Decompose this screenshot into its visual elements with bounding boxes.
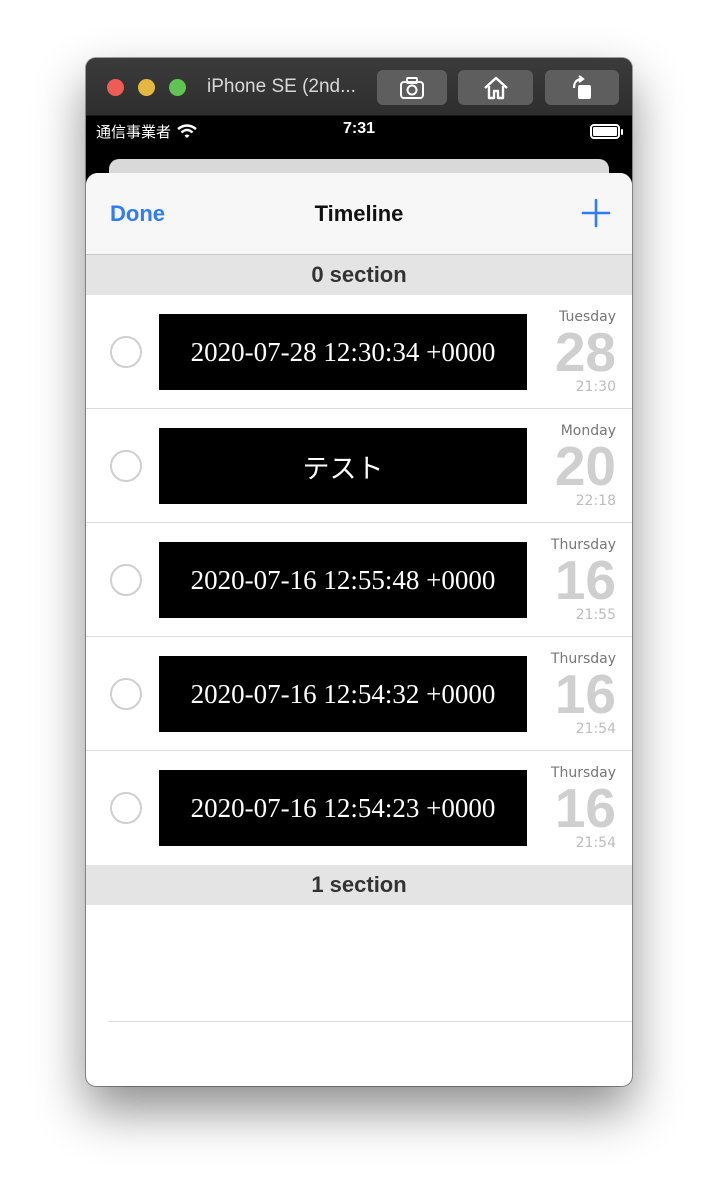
minimize-window-button[interactable] xyxy=(138,79,155,96)
select-radio[interactable] xyxy=(110,678,142,710)
entry-image: テスト xyxy=(159,428,527,504)
rotate-icon xyxy=(572,74,591,99)
entry-date: Tuesday 28 21:30 xyxy=(526,309,616,395)
section-header-1: 1 section xyxy=(86,865,632,905)
entry-day: 16 xyxy=(554,777,616,839)
status-time: 7:31 xyxy=(342,120,376,137)
simulator-window: iPhone SE (2nd... 通信事業者 7:31 Done Timeli… xyxy=(86,58,632,1086)
window-titlebar: iPhone SE (2nd... xyxy=(86,58,632,116)
close-window-button[interactable] xyxy=(107,79,124,96)
home-button[interactable] xyxy=(458,70,533,105)
row-divider xyxy=(108,1021,632,1022)
section-header-0: 0 section xyxy=(86,255,632,295)
list-item[interactable]: 2020-07-16 12:55:48 +0000 Thursday 16 21… xyxy=(86,523,632,637)
list-item[interactable]: 2020-07-16 12:54:32 +0000 Thursday 16 21… xyxy=(86,637,632,751)
entry-date: Thursday 16 21:54 xyxy=(526,651,616,737)
navigation-bar: Done Timeline xyxy=(86,173,632,255)
add-button[interactable] xyxy=(580,197,612,229)
camera-icon xyxy=(400,76,424,99)
entry-image: 2020-07-16 12:54:32 +0000 xyxy=(159,656,527,732)
entry-day: 16 xyxy=(554,549,616,611)
select-radio[interactable] xyxy=(110,336,142,368)
entry-date: Thursday 16 21:55 xyxy=(526,537,616,623)
entry-image: 2020-07-28 12:30:34 +0000 xyxy=(159,314,527,390)
select-radio[interactable] xyxy=(110,450,142,482)
list-item[interactable]: 2020-07-16 12:54:23 +0000 Thursday 16 21… xyxy=(86,751,632,865)
list-item[interactable]: テスト Monday 20 22:18 xyxy=(86,409,632,523)
rotate-button[interactable] xyxy=(545,70,619,105)
select-radio[interactable] xyxy=(110,792,142,824)
screenshot-button[interactable] xyxy=(377,70,447,105)
entry-date: Monday 20 22:18 xyxy=(526,423,616,509)
page-title: Timeline xyxy=(314,201,404,226)
entry-day: 28 xyxy=(554,321,616,383)
zoom-window-button[interactable] xyxy=(169,79,186,96)
entry-image: 2020-07-16 12:54:23 +0000 xyxy=(159,770,527,846)
select-radio[interactable] xyxy=(110,564,142,596)
status-bar: 通信事業者 7:31 xyxy=(86,116,632,146)
entry-day: 20 xyxy=(554,435,616,497)
entry-date: Thursday 16 21:54 xyxy=(526,765,616,851)
entry-day: 16 xyxy=(554,663,616,725)
plus-icon xyxy=(581,198,611,228)
window-title: iPhone SE (2nd... xyxy=(207,76,356,97)
done-button[interactable]: Done xyxy=(110,201,165,227)
timeline-sheet: Done Timeline 0 section 2020-07-28 12:30… xyxy=(86,173,632,1086)
entry-image: 2020-07-16 12:55:48 +0000 xyxy=(159,542,527,618)
home-icon xyxy=(483,76,508,99)
list-item[interactable]: 2020-07-28 12:30:34 +0000 Tuesday 28 21:… xyxy=(86,295,632,409)
battery-icon xyxy=(590,124,623,139)
